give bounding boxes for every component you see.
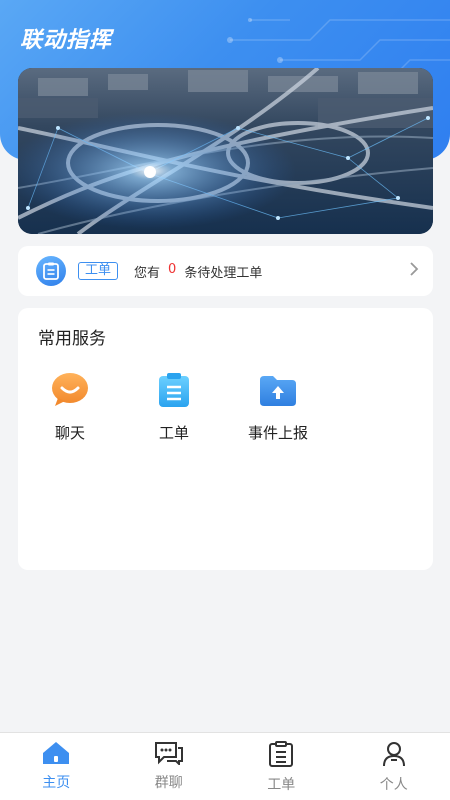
service-workorder[interactable]: 工单 (122, 372, 226, 443)
tab-label-workorder: 工单 (267, 777, 296, 793)
service-label-chat: 聊天 (54, 424, 85, 442)
notice-text: 您有 0 条待处理工单 (134, 262, 262, 281)
notice-suffix: 条待处理工单 (184, 265, 263, 281)
person-icon (382, 741, 406, 771)
clipboard-icon (36, 256, 66, 286)
chevron-right-icon (409, 261, 419, 282)
chat-bubble-icon (50, 372, 90, 412)
app-title: 联动指挥 (20, 28, 113, 53)
notice-prefix: 您有 (134, 265, 161, 281)
tab-label-home: 主页 (42, 775, 71, 791)
banner-image[interactable] (18, 68, 433, 234)
tab-group-chat[interactable]: 群聊 (113, 733, 226, 800)
clipboard-icon (156, 372, 192, 412)
highway-interchange-illustration (18, 68, 433, 234)
home-icon (42, 741, 70, 769)
service-label-workorder: 工单 (158, 424, 189, 442)
group-chat-icon (154, 741, 184, 769)
service-chat[interactable]: 聊天 (18, 372, 122, 443)
bottom-tab-bar: 主页 群聊 工单 个人 (0, 732, 450, 800)
tab-label-group-chat: 群聊 (154, 775, 183, 791)
services-title: 常用服务 (38, 329, 106, 349)
pending-workorder-notice[interactable]: 工单 您有 0 条待处理工单 (18, 246, 433, 296)
tab-profile[interactable]: 个人 (338, 733, 450, 800)
service-label-event-report: 事件上报 (247, 424, 308, 442)
tab-home[interactable]: 主页 (0, 733, 113, 800)
service-event-report[interactable]: 事件上报 (226, 372, 330, 443)
common-services-card: 常用服务 聊天 工单 事件上报 (18, 308, 433, 570)
clipboard-icon (268, 741, 294, 771)
workorder-tag: 工单 (78, 262, 119, 280)
tab-workorder[interactable]: 工单 (225, 733, 338, 800)
tab-label-profile: 个人 (379, 777, 408, 793)
pending-count: 0 (168, 261, 177, 277)
upload-folder-icon (258, 372, 298, 412)
